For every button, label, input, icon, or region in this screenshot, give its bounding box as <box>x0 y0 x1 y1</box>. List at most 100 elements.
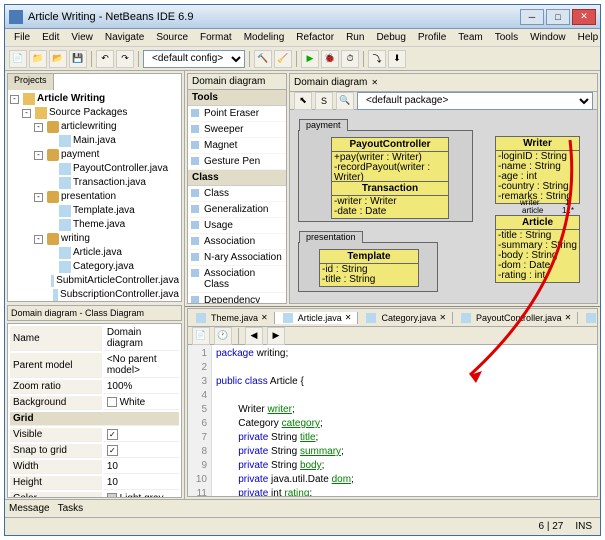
package-selector[interactable]: <default package> <box>357 92 593 110</box>
palette-usage[interactable]: Usage <box>188 218 286 234</box>
palette-tools-section[interactable]: Tools <box>188 90 286 106</box>
projects-tab[interactable]: Projects <box>8 74 54 90</box>
message-tab[interactable]: Message <box>9 503 50 514</box>
editor-tab-template-java---[interactable]: Template.java... ✕ <box>578 312 597 324</box>
palette-association[interactable]: Association <box>188 234 286 250</box>
prop-row-name[interactable]: NameDomain diagram <box>10 326 179 351</box>
uml-package-payment[interactable]: payment PayoutController +pay(writer : W… <box>298 130 473 222</box>
palette-sweeper[interactable]: Sweeper <box>188 122 286 138</box>
diagram-tab[interactable]: Domain diagram <box>294 77 367 88</box>
uml-package-presentation[interactable]: presentation Template -id : String-title… <box>298 242 438 292</box>
editor-tab-article-java[interactable]: Article.java ✕ <box>275 312 359 324</box>
menu-file[interactable]: File <box>9 31 35 44</box>
prop-row-grid[interactable]: Grid <box>10 412 179 426</box>
uml-class-transaction[interactable]: Transaction -writer : Writer-date : Date <box>331 181 449 219</box>
editor-forward-button[interactable]: ▶ <box>267 327 285 345</box>
tree-node-source packages[interactable]: -Source Packages <box>10 106 179 120</box>
tree-node-theme-java[interactable]: Theme.java <box>10 218 179 232</box>
menu-help[interactable]: Help <box>573 31 604 44</box>
menu-profile[interactable]: Profile <box>413 31 451 44</box>
prop-row-snaptogrid[interactable]: Snap to grid✓ <box>10 444 179 458</box>
prop-row-visible[interactable]: Visible✓ <box>10 428 179 442</box>
save-all-button[interactable]: 💾 <box>69 50 87 68</box>
tab-close-icon[interactable]: ✕ <box>439 313 446 322</box>
palette-magnet[interactable]: Magnet <box>188 138 286 154</box>
palette-dependency[interactable]: Dependency <box>188 293 286 304</box>
tree-node-articlewriting[interactable]: -articlewriting <box>10 120 179 134</box>
diagram-zoom-button[interactable]: 🔍 <box>336 92 354 110</box>
tree-node-payoutcontroller-java[interactable]: PayoutController.java <box>10 162 179 176</box>
config-combo[interactable]: <default config> <box>143 50 245 68</box>
palette-association-class[interactable]: Association Class <box>188 266 286 293</box>
close-button[interactable]: ✕ <box>572 9 596 25</box>
menu-run[interactable]: Run <box>341 31 369 44</box>
diagram-save-button[interactable]: S <box>315 92 333 110</box>
menu-debug[interactable]: Debug <box>371 31 410 44</box>
editor-history-button[interactable]: 🕐 <box>214 327 232 345</box>
uml-class-template[interactable]: Template -id : String-title : String <box>319 249 419 287</box>
debug-button[interactable]: 🐞 <box>321 50 339 68</box>
tree-node-writing[interactable]: -writing <box>10 232 179 246</box>
prop-row-color[interactable]: Color Light gray <box>10 492 179 498</box>
editor-tab-payoutcontroller-java[interactable]: PayoutController.java ✕ <box>453 312 578 324</box>
diagram-selector[interactable]: Domain diagram - Class Diagram <box>7 305 182 321</box>
domain-diagram-tab[interactable]: Domain diagram <box>192 76 265 87</box>
editor-body[interactable]: 12345678910111213 package writing; publi… <box>188 345 597 496</box>
tab-close-icon[interactable]: ✕ <box>345 313 352 322</box>
menu-edit[interactable]: Edit <box>37 31 64 44</box>
menu-window[interactable]: Window <box>525 31 571 44</box>
menu-tools[interactable]: Tools <box>490 31 523 44</box>
tree-node-transaction-java[interactable]: Transaction.java <box>10 176 179 190</box>
minimize-button[interactable]: ─ <box>520 9 544 25</box>
menu-refactor[interactable]: Refactor <box>291 31 339 44</box>
tab-close-icon[interactable]: ✕ <box>261 313 268 322</box>
editor-back-button[interactable]: ◀ <box>245 327 263 345</box>
redo-button[interactable]: ↷ <box>116 50 134 68</box>
menu-format[interactable]: Format <box>195 31 237 44</box>
clean-build-button[interactable]: 🧹 <box>274 50 292 68</box>
tab-close-icon[interactable]: ✕ <box>565 313 572 322</box>
run-button[interactable]: ▶ <box>301 50 319 68</box>
palette-point-eraser[interactable]: Point Eraser <box>188 106 286 122</box>
project-root[interactable]: -Article Writing <box>10 92 179 106</box>
prop-row-zoomratio[interactable]: Zoom ratio100% <box>10 380 179 394</box>
step-over-button[interactable]: ⤵ <box>368 50 386 68</box>
profile-button[interactable]: ⏱ <box>341 50 359 68</box>
tree-node-payment[interactable]: -payment <box>10 148 179 162</box>
uml-class-payoutcontroller[interactable]: PayoutController +pay(writer : Writer)-r… <box>331 137 449 185</box>
palette-class[interactable]: Class <box>188 186 286 202</box>
new-project-button[interactable]: 📁 <box>29 50 47 68</box>
palette-n-ary-association[interactable]: N-ary Association <box>188 250 286 266</box>
maximize-button[interactable]: □ <box>546 9 570 25</box>
project-tree[interactable]: -Article Writing-Source Packages-article… <box>8 90 181 302</box>
uml-class-writer[interactable]: Writer -loginID : String-name : String-a… <box>495 136 580 204</box>
tree-node-submitarticlecontroller-java[interactable]: SubmitArticleController.java <box>10 274 179 288</box>
build-button[interactable]: 🔨 <box>254 50 272 68</box>
palette-gesture-pen[interactable]: Gesture Pen <box>188 154 286 170</box>
new-file-button[interactable]: 📄 <box>9 50 27 68</box>
prop-row-width[interactable]: Width10 <box>10 460 179 474</box>
editor-tab-category-java[interactable]: Category.java ✕ <box>358 312 453 324</box>
diagram-cursor-button[interactable]: ⬉ <box>294 92 312 110</box>
prop-row-background[interactable]: Background White <box>10 396 179 410</box>
prop-row-height[interactable]: Height10 <box>10 476 179 490</box>
uml-class-article[interactable]: Article -title : String-summary : String… <box>495 215 580 283</box>
tree-node-presentation[interactable]: -presentation <box>10 190 179 204</box>
tasks-tab[interactable]: Tasks <box>58 503 84 514</box>
menu-modeling[interactable]: Modeling <box>239 31 290 44</box>
diagram-canvas[interactable]: Domain diagram ✕ ⬉ S 🔍 <default package>… <box>289 73 598 304</box>
step-into-button[interactable]: ⬇ <box>388 50 406 68</box>
editor-source-button[interactable]: 📄 <box>192 327 210 345</box>
menu-navigate[interactable]: Navigate <box>100 31 149 44</box>
tree-node-category-java[interactable]: Category.java <box>10 260 179 274</box>
tree-node-article-java[interactable]: Article.java <box>10 246 179 260</box>
tab-close-icon[interactable]: ✕ <box>371 78 378 87</box>
undo-button[interactable]: ↶ <box>96 50 114 68</box>
prop-row-parentmodel[interactable]: Parent model<No parent model> <box>10 353 179 378</box>
palette-generalization[interactable]: Generalization <box>188 202 286 218</box>
tree-node-template-java[interactable]: Template.java <box>10 204 179 218</box>
menu-source[interactable]: Source <box>151 31 193 44</box>
open-button[interactable]: 📂 <box>49 50 67 68</box>
menu-view[interactable]: View <box>66 31 98 44</box>
tree-node-main-java[interactable]: Main.java <box>10 134 179 148</box>
